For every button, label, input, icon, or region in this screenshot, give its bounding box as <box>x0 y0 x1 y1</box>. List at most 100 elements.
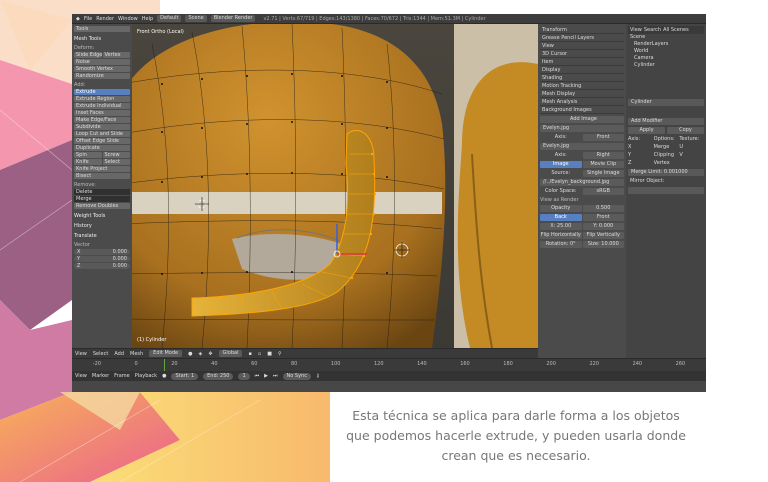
outliner-view-tab[interactable]: View <box>630 26 642 34</box>
randomize-button[interactable]: Randomize <box>74 73 130 79</box>
inset-faces-button[interactable]: Inset Faces <box>74 110 130 116</box>
mesh-tools-header[interactable]: Mesh Tools <box>74 36 130 42</box>
panel-grease-pencil[interactable]: Grease Pencil Layers <box>540 34 624 42</box>
add-image-button[interactable]: Add Image <box>540 116 624 123</box>
shading-icon[interactable]: ● <box>188 351 192 357</box>
duplicate-button[interactable]: Duplicate <box>74 145 130 151</box>
manipulator-icon[interactable]: ✥ <box>208 351 212 357</box>
flip-horizontal-checkbox[interactable]: Flip Horizontally <box>540 232 582 239</box>
play-icon[interactable]: ▶ <box>264 373 268 379</box>
view-as-render-checkbox[interactable]: View as Render <box>540 197 624 203</box>
background-image-1[interactable]: Evelyn.jpg <box>540 125 624 132</box>
orientation-dropdown[interactable]: Global <box>218 350 243 357</box>
panel-motion-tracking[interactable]: Motion Tracking <box>540 82 624 90</box>
mirror-z-checkbox[interactable]: Z <box>628 160 653 167</box>
add-modifier-dropdown[interactable]: Add Modifier <box>628 118 704 125</box>
select-menu[interactable]: Select <box>93 351 108 357</box>
vector-x-field[interactable]: X 0.000 <box>74 249 130 255</box>
offset-y-field[interactable]: Y: 0.000 <box>582 223 624 230</box>
weight-tools-header[interactable]: Weight Tools <box>74 213 130 219</box>
delete-dropdown[interactable]: Delete <box>74 189 130 195</box>
outliner-all-scenes[interactable]: All Scenes <box>663 26 689 34</box>
knife-project-button[interactable]: Knife Project <box>74 166 130 172</box>
screw-button[interactable]: Screw <box>102 152 130 158</box>
subdivide-button[interactable]: Subdivide <box>74 124 130 130</box>
outliner-search-tab[interactable]: Search <box>644 26 661 34</box>
panel-3d-cursor[interactable]: 3D Cursor <box>540 50 624 58</box>
axis-dropdown-1[interactable]: Front <box>582 134 624 141</box>
history-header[interactable]: History <box>74 223 130 229</box>
mirror-object-field[interactable] <box>628 187 704 194</box>
outliner-item-cylinder[interactable]: Cylinder <box>628 62 704 69</box>
timeline-editor[interactable]: -20 0 20 40 60 80 100 120 140 160 180 200 220 240 260 … <box>72 358 706 381</box>
mirror-u-checkbox[interactable]: U <box>679 144 704 151</box>
menu-render[interactable]: Render <box>96 16 114 22</box>
vector-z-field[interactable]: Z 0.000 <box>74 263 130 269</box>
opacity-field[interactable]: 0.500 <box>582 205 624 212</box>
start-frame-field[interactable]: Start: 1 <box>171 372 199 380</box>
menu-file[interactable]: File <box>84 16 92 22</box>
image-tab[interactable]: Image <box>540 161 582 168</box>
timeline-view-menu[interactable]: View <box>75 373 87 379</box>
record-icon[interactable]: ● <box>162 373 166 379</box>
make-edge-face-button[interactable]: Make Edge/Face <box>74 117 130 123</box>
panel-transform[interactable]: Transform <box>540 26 624 34</box>
spin-button[interactable]: Spin <box>74 152 102 158</box>
outliner-item-camera[interactable]: Camera <box>628 55 704 62</box>
flip-vertical-checkbox[interactable]: Flip Vertically <box>582 232 624 239</box>
extrude-individual-button[interactable]: Extrude Individual <box>74 103 130 109</box>
loop-cut-slide-button[interactable]: Loop Cut and Slide <box>74 131 130 137</box>
size-field[interactable]: Size: 10.000 <box>582 241 624 248</box>
translate-header[interactable]: Translate <box>74 233 130 239</box>
back-button[interactable]: Back <box>540 214 582 221</box>
smooth-vertex-button[interactable]: Smooth Vertex <box>74 66 130 72</box>
outliner-item-renderlayers[interactable]: RenderLayers <box>628 41 704 48</box>
background-image-2[interactable]: Evelyn.jpg <box>540 143 624 150</box>
render-engine-selector[interactable]: Blender Render <box>210 15 256 22</box>
movie-clip-tab[interactable]: Movie Clip <box>582 161 624 168</box>
copy-button[interactable]: Copy <box>667 127 704 134</box>
offset-edge-slide-button[interactable]: Offset Edge Slide <box>74 138 130 144</box>
panel-mesh-analysis[interactable]: Mesh Analysis <box>540 98 624 106</box>
bisect-button[interactable]: Bisect <box>74 173 130 179</box>
front-button[interactable]: Front <box>582 214 624 221</box>
color-space-dropdown[interactable]: sRGB <box>582 188 624 195</box>
sync-dropdown[interactable]: No Sync <box>282 372 311 380</box>
pivot-icon[interactable]: ◈ <box>198 351 202 357</box>
vertex-groups-checkbox[interactable]: Vertex <box>654 160 679 167</box>
extrude-button[interactable]: Extrude <box>74 89 130 95</box>
view-menu[interactable]: View <box>75 351 87 357</box>
mirror-x-checkbox[interactable]: X <box>628 144 653 151</box>
layout-selector[interactable]: Default <box>157 15 182 22</box>
keying-icon[interactable]: ⚷ <box>316 373 320 379</box>
tools-tab[interactable]: Tools <box>74 26 130 32</box>
add-menu[interactable]: Add <box>114 351 124 357</box>
3d-viewport[interactable]: Front Ortho (Local) (1) Cylinder <box>132 24 538 348</box>
menu-window[interactable]: Window <box>118 16 138 22</box>
mirror-v-checkbox[interactable]: V <box>679 152 704 159</box>
merge-checkbox[interactable]: Merge <box>654 144 679 151</box>
rotation-field[interactable]: Rotation: 0° <box>540 241 582 248</box>
panel-display[interactable]: Display <box>540 66 624 74</box>
blender-logo-icon[interactable]: ◆ <box>76 16 80 22</box>
noise-button[interactable]: Noise <box>74 59 130 65</box>
panel-view[interactable]: View <box>540 42 624 50</box>
mirror-y-checkbox[interactable]: Y <box>628 152 653 159</box>
clipping-checkbox[interactable]: Clipping <box>654 152 679 159</box>
edge-select-icon[interactable]: ▫ <box>258 351 261 357</box>
jump-start-icon[interactable]: ⏮ <box>255 373 260 379</box>
slide-edge-button[interactable]: Slide Edge <box>74 52 102 58</box>
panel-shading[interactable]: Shading <box>540 74 624 82</box>
knife-button[interactable]: Knife <box>74 159 102 165</box>
current-frame-field[interactable]: 1 <box>238 372 250 380</box>
panel-mesh-display[interactable]: Mesh Display <box>540 90 624 98</box>
outliner-item-world[interactable]: World <box>628 48 704 55</box>
knife-select-button[interactable]: Select <box>102 159 130 165</box>
jump-end-icon[interactable]: ⏭ <box>273 373 278 379</box>
extrude-region-button[interactable]: Extrude Region <box>74 96 130 102</box>
panel-item[interactable]: Item <box>540 58 624 66</box>
face-select-icon[interactable]: ■ <box>267 351 272 357</box>
mesh-menu[interactable]: Mesh <box>130 351 143 357</box>
merge-dropdown[interactable]: Merge <box>74 196 130 202</box>
timeline-marker-menu[interactable]: Marker <box>92 373 109 379</box>
